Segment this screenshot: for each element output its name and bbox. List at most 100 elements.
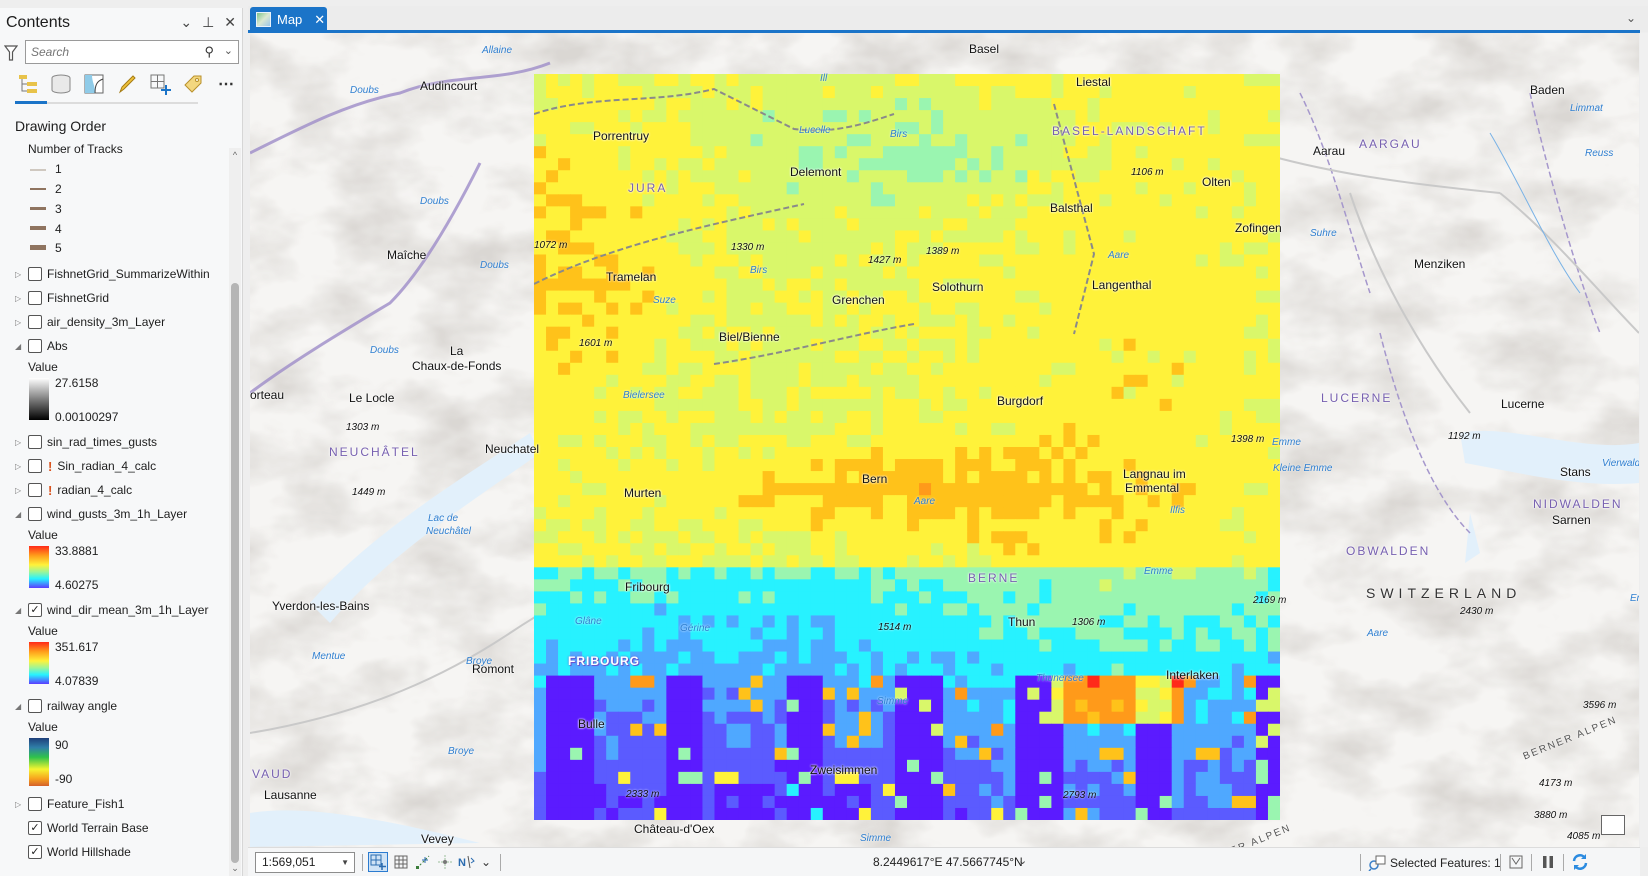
collapse-arrow-icon[interactable]: ◢ [15, 342, 25, 351]
close-pane-icon[interactable]: ✕ [224, 14, 236, 31]
list-by-selection-button[interactable] [82, 72, 106, 96]
layer-visibility-checkbox[interactable]: ✓ [28, 845, 42, 859]
legend-low-value: 4.07839 [55, 674, 99, 688]
layer-row-railway-angle[interactable]: ◢ railway angle [0, 696, 117, 716]
layer-visibility-checkbox[interactable] [28, 797, 42, 811]
list-by-labeling-button[interactable] [181, 72, 205, 96]
layer-row-sin-rad-times-gusts[interactable]: ▷ sin_rad_times_gusts [0, 432, 157, 452]
city-label: La [450, 344, 464, 358]
elevation-label: 1601 m [579, 338, 613, 349]
cursor-coordinates: 8.2449617°E 47.5667745°N [873, 855, 1023, 869]
expand-arrow-icon[interactable]: ▷ [15, 318, 25, 327]
expand-arrow-icon[interactable]: ▷ [15, 294, 25, 303]
layer-row-fishnetgrid-summarizewithin[interactable]: ▷ FishnetGrid_SummarizeWithin [0, 264, 210, 284]
layer-visibility-checkbox[interactable]: ✓ [28, 821, 42, 835]
city-label: Burgdorf [997, 394, 1044, 408]
view-list-chevron-icon[interactable]: ⌄ [1626, 11, 1636, 25]
coordinate-format-chevron-icon[interactable]: ⌄ [1018, 854, 1027, 867]
warning-icon[interactable]: ! [48, 483, 52, 498]
layer-row-sin-radian-4-calc[interactable]: ▷ ! Sin_radian_4_calc [0, 456, 156, 476]
water-label: Broye [466, 656, 493, 667]
city-label: Lausanne [264, 788, 317, 802]
layer-row-wind-dir-mean[interactable]: ◢ ✓ wind_dir_mean_3m_1h_Layer [0, 600, 208, 620]
more-options-icon[interactable]: ⋯ [214, 72, 238, 96]
layer-visibility-checkbox[interactable] [28, 291, 42, 305]
layer-row-fishnetgrid[interactable]: ▷ FishnetGrid [0, 288, 109, 308]
collapse-arrow-icon[interactable]: ◢ [15, 702, 25, 711]
layer-visibility-checkbox[interactable] [28, 267, 42, 281]
scale-dropdown[interactable]: 1:569,051 ▼ [255, 852, 355, 873]
expand-arrow-icon[interactable]: ▷ [15, 800, 25, 809]
collapse-arrow-icon[interactable]: ◢ [15, 606, 25, 615]
list-by-drawing-order-button[interactable] [16, 72, 40, 96]
list-by-data-source-button[interactable] [49, 72, 73, 96]
svg-text:N: N [458, 857, 466, 869]
pane-options-chevron-icon[interactable]: ⌄ [180, 14, 192, 31]
search-input[interactable] [26, 41, 186, 63]
list-by-editing-button[interactable] [115, 72, 139, 96]
north-arrow-button[interactable]: N [457, 852, 477, 872]
region-label: VAUD [252, 767, 293, 781]
city-label: Le Locle [349, 391, 395, 405]
pause-drawing-button[interactable] [1538, 852, 1558, 872]
expand-arrow-icon[interactable]: ▷ [15, 486, 25, 495]
tab-map[interactable]: Map ✕ [250, 7, 327, 32]
layer-visibility-checkbox[interactable] [28, 315, 42, 329]
legend-value-heading: Value [28, 624, 58, 638]
city-label: Biel/Bienne [719, 330, 780, 344]
grid-button[interactable] [391, 852, 411, 872]
map-scrollbar[interactable] [1640, 33, 1648, 847]
layer-row-abs[interactable]: ◢ Abs [0, 336, 68, 356]
water-label: Emme [1144, 566, 1173, 577]
layer-row-feature-fish1[interactable]: ▷ Feature_Fish1 [0, 794, 124, 814]
layer-visibility-checkbox[interactable] [28, 339, 42, 353]
constraints-button[interactable] [435, 852, 455, 872]
layer-visibility-checkbox[interactable] [28, 507, 42, 521]
map-canvas[interactable]: Basel Liestal Audincourt Porrentruy Delemont… [250, 33, 1639, 847]
contents-scrollbar[interactable]: ^ ⌄ [229, 148, 241, 876]
scroll-up-icon[interactable]: ^ [229, 150, 241, 160]
list-by-snapping-button[interactable] [148, 72, 172, 96]
search-icon[interactable]: ⚲ [204, 44, 214, 60]
layer-visibility-checkbox[interactable] [28, 483, 42, 497]
filter-icon[interactable] [4, 44, 18, 62]
legend-value-heading: Value [28, 360, 58, 374]
layer-row-world-hillshade[interactable]: ✓ World Hillshade [0, 842, 131, 862]
expand-arrow-icon[interactable]: ▷ [15, 438, 25, 447]
layer-name: Feature_Fish1 [47, 797, 125, 811]
map-selection-button[interactable] [1506, 852, 1526, 872]
layer-name: World Hillshade [47, 845, 131, 859]
layer-visibility-checkbox[interactable] [28, 699, 42, 713]
refresh-button[interactable] [1570, 852, 1590, 872]
layer-row-wind-gusts[interactable]: ◢ wind_gusts_3m_1h_Layer [0, 504, 187, 524]
layer-visibility-checkbox[interactable] [28, 459, 42, 473]
pin-icon[interactable]: ⊥ [202, 14, 214, 31]
search-options-chevron-icon[interactable]: ⌄ [224, 44, 233, 57]
fixed-zoom-button[interactable] [368, 852, 388, 872]
layer-row-radian-4-calc[interactable]: ▷ ! radian_4_calc [0, 480, 132, 500]
layer-row-air-density[interactable]: ▷ air_density_3m_Layer [0, 312, 165, 332]
selected-features-button[interactable]: Selected Features: 1 [1368, 855, 1501, 871]
grid-plus-icon [370, 854, 386, 870]
collapse-arrow-icon[interactable]: ◢ [15, 510, 25, 519]
scrollbar-thumb[interactable] [231, 283, 239, 863]
layer-visibility-checkbox[interactable]: ✓ [28, 603, 42, 617]
close-tab-icon[interactable]: ✕ [314, 12, 325, 28]
layer-name: Abs [47, 339, 68, 353]
expand-arrow-icon[interactable]: ▷ [15, 462, 25, 471]
search-box[interactable]: ⚲ ⌄ [25, 40, 239, 64]
layer-visibility-checkbox[interactable] [28, 435, 42, 449]
city-label: Solothurn [932, 280, 984, 294]
elevation-label: 4085 m [1567, 831, 1601, 842]
layer-row-world-terrain-base[interactable]: ✓ World Terrain Base [0, 818, 149, 838]
expand-arrow-icon[interactable]: ▷ [15, 270, 25, 279]
scroll-down-icon[interactable]: ⌄ [229, 863, 241, 874]
city-label: Maîche [387, 248, 427, 262]
map-icon [256, 12, 271, 27]
map-legend-button[interactable] [1601, 815, 1625, 835]
warning-icon[interactable]: ! [48, 459, 52, 474]
more-tools-chevron-icon[interactable]: ⌄ [476, 852, 496, 872]
snapping-button[interactable] [413, 852, 433, 872]
water-label: Engelb [1630, 593, 1639, 604]
track-label: 4 [55, 222, 62, 236]
